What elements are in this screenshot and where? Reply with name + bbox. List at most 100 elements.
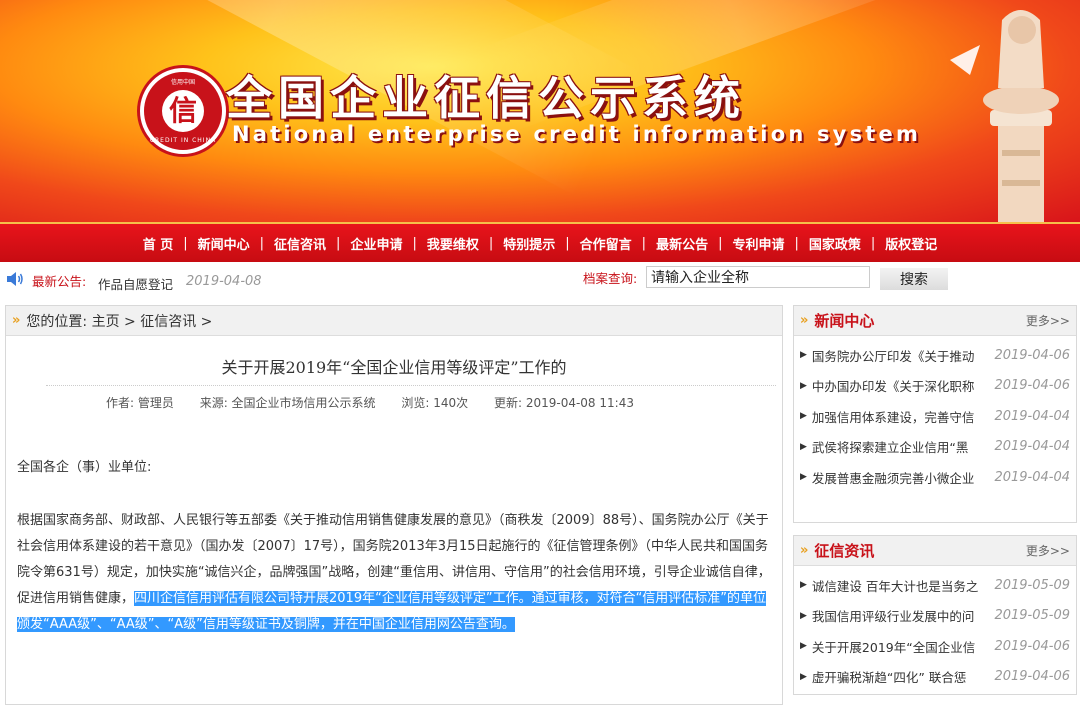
- news-center-list: ▶ 国务院办公厅印发《关于推动 2019-04-06 ▶ 中办国办印发《关于深化职称 2…: [794, 336, 1076, 493]
- credit-news-list: ▶ 诚信建设 百年大计也是当务之 2019-05-09 ▶ 我国信用评级行业发展中的问…: [794, 566, 1076, 692]
- list-item[interactable]: ▶ 中办国办印发《关于深化职称 2019-04-06: [800, 371, 1070, 402]
- arrow-right-icon: ▶: [800, 671, 807, 682]
- news-date: 2019-04-06: [994, 347, 1070, 363]
- credit-news-header: » 征信资讯 更多>>: [794, 536, 1076, 566]
- list-item[interactable]: ▶ 国务院办公厅印发《关于推动 2019-04-06: [800, 340, 1070, 371]
- nav-item-credit-news[interactable]: 征信咨讯 |: [274, 234, 350, 253]
- credit-news-more-link[interactable]: 更多>>: [1026, 542, 1070, 559]
- list-item[interactable]: ▶ 武侯将探索建立企业信用“黑 2019-04-04: [800, 432, 1070, 463]
- nav-item-news[interactable]: 新闻中心 |: [198, 234, 274, 253]
- nav-label[interactable]: 企业申请: [350, 234, 402, 253]
- bulletin-link[interactable]: 作品自愿登记: [98, 274, 173, 293]
- article-views: 浏览: 140次: [401, 396, 469, 410]
- news-date: 2019-05-09: [994, 608, 1070, 624]
- nav-label[interactable]: 征信咨讯: [274, 234, 326, 253]
- article-source: 来源: 全国企业市场信用公示系统: [199, 396, 376, 410]
- company-search-input[interactable]: [646, 266, 870, 288]
- nav-label[interactable]: 首 页: [143, 234, 174, 253]
- article-greeting: 全国各企（事）业单位:: [17, 460, 152, 475]
- news-title[interactable]: 发展普惠金融须完善小微企业: [812, 468, 992, 487]
- nav-item-patent[interactable]: 专利申请 |: [732, 234, 808, 253]
- news-center-panel: » 新闻中心 更多>> ▶ 国务院办公厅印发《关于推动 2019-04-06 ▶ 中办…: [793, 305, 1077, 523]
- list-item[interactable]: ▶ 加强信用体系建设，完善守信 2019-04-04: [800, 401, 1070, 432]
- article-panel: » 您的位置: 主页 > 征信咨讯 > 关于开展2019年“全国企业信用等级评定…: [5, 305, 783, 705]
- logo-ring-top-text: 信用中国: [170, 79, 195, 86]
- main-nav: 首 页 | 新闻中心 | 征信咨讯 | 企业申请 | 我要维权 | 特别提示 | 合作留言 |…: [0, 222, 1080, 262]
- news-title[interactable]: 关于开展2019年“全国企业信: [812, 637, 992, 656]
- nav-label[interactable]: 国家政策: [809, 234, 861, 253]
- news-date: 2019-04-06: [994, 638, 1070, 654]
- news-date: 2019-04-04: [994, 469, 1070, 485]
- site-title: 全国企业征信公示系统: [226, 71, 746, 125]
- speaker-icon: [7, 272, 23, 286]
- header-banner: 信用中国 信 CREDIT IN CHINA 全国企业征信公示系统 Nation…: [0, 0, 1080, 222]
- nav-label[interactable]: 特别提示: [503, 234, 555, 253]
- breadcrumb-text[interactable]: 您的位置: 主页 > 征信咨讯 >: [26, 311, 212, 331]
- article-body: 根据国家商务部、财政部、人民银行等五部委《关于推动信用销售健康发展的意见》（商秩…: [17, 508, 777, 638]
- bulletin-bar: 最新公告: 作品自愿登记 2019-04-08 档案查询: 搜索: [0, 262, 1080, 296]
- nav-label[interactable]: 版权登记: [885, 234, 937, 253]
- nav-label[interactable]: 新闻中心: [198, 234, 250, 253]
- huabiao-pillar-image: [950, 10, 1059, 222]
- article-author: 作者: 管理员: [106, 396, 174, 410]
- chevron-right-icon: »: [800, 313, 809, 328]
- news-date: 2019-05-09: [994, 577, 1070, 593]
- news-title[interactable]: 我国信用评级行业发展中的问: [812, 606, 992, 625]
- list-item[interactable]: ▶ 虚开骗税渐趋“四化” 联合惩 2019-04-06: [800, 662, 1070, 693]
- news-date: 2019-04-04: [994, 408, 1070, 424]
- bulletin-label: 最新公告:: [32, 274, 87, 289]
- logo-character: 信: [162, 90, 204, 132]
- nav-item-rights[interactable]: 我要维权 |: [427, 234, 503, 253]
- arrow-right-icon: ▶: [800, 641, 807, 652]
- list-item[interactable]: ▶ 诚信建设 百年大计也是当务之 2019-05-09: [800, 570, 1070, 601]
- arrow-right-icon: ▶: [800, 411, 807, 422]
- credit-news-title[interactable]: 征信资讯: [814, 540, 874, 561]
- nav-label[interactable]: 我要维权: [427, 234, 479, 253]
- news-center-header: » 新闻中心 更多>>: [794, 306, 1076, 336]
- nav-item-notice[interactable]: 特别提示 |: [503, 234, 579, 253]
- news-date: 2019-04-04: [994, 439, 1070, 455]
- arrow-right-icon: ▶: [800, 350, 807, 361]
- nav-label[interactable]: 专利申请: [732, 234, 784, 253]
- news-title[interactable]: 武侯将探索建立企业信用“黑: [812, 437, 992, 456]
- news-title[interactable]: 加强信用体系建设，完善守信: [812, 407, 992, 426]
- chevron-right-icon: »: [12, 313, 21, 328]
- news-center-title[interactable]: 新闻中心: [814, 310, 874, 331]
- nav-item-home[interactable]: 首 页 |: [143, 234, 198, 253]
- nav-label[interactable]: 最新公告: [656, 234, 708, 253]
- arrow-right-icon: ▶: [800, 610, 807, 621]
- search-button[interactable]: 搜索: [880, 268, 948, 290]
- nav-item-message[interactable]: 合作留言 |: [580, 234, 656, 253]
- news-date: 2019-04-06: [994, 378, 1070, 394]
- nav-item-apply[interactable]: 企业申请 |: [350, 234, 426, 253]
- site-logo[interactable]: 信用中国 信 CREDIT IN CHINA: [140, 68, 226, 154]
- arrow-right-icon: ▶: [800, 380, 807, 391]
- bulletin-date: 2019-04-08: [186, 274, 262, 289]
- article-title: 关于开展2019年“全国企业信用等级评定”工作的: [221, 358, 567, 377]
- site-subtitle: National enterprise credit information s…: [232, 122, 922, 146]
- credit-news-panel: » 征信资讯 更多>> ▶ 诚信建设 百年大计也是当务之 2019-05-09 ▶ 我…: [793, 535, 1077, 695]
- logo-ring-bottom-text: CREDIT IN CHINA: [149, 137, 217, 144]
- news-title[interactable]: 诚信建设 百年大计也是当务之: [812, 576, 992, 595]
- breadcrumb: » 您的位置: 主页 > 征信咨讯 >: [6, 306, 782, 336]
- arrow-right-icon: ▶: [800, 580, 807, 591]
- nav-item-copyright[interactable]: 版权登记: [885, 234, 937, 253]
- divider: [46, 385, 776, 386]
- news-title[interactable]: 国务院办公厅印发《关于推动: [812, 346, 992, 365]
- list-item[interactable]: ▶ 发展普惠金融须完善小微企业 2019-04-04: [800, 462, 1070, 493]
- article-meta: 作者: 管理员 来源: 全国企业市场信用公示系统 浏览: 140次 更新: 20…: [106, 394, 656, 411]
- arrow-right-icon: ▶: [800, 441, 807, 452]
- news-date: 2019-04-06: [994, 669, 1070, 685]
- archive-search-label: 档案查询:: [583, 271, 638, 286]
- article-updated: 更新: 2019-04-08 11:43: [493, 396, 634, 410]
- news-title[interactable]: 虚开骗税渐趋“四化” 联合惩: [812, 667, 992, 686]
- news-center-more-link[interactable]: 更多>>: [1026, 312, 1070, 329]
- nav-item-policy[interactable]: 国家政策 |: [809, 234, 885, 253]
- news-title[interactable]: 中办国办印发《关于深化职称: [812, 376, 992, 395]
- chevron-right-icon: »: [800, 543, 809, 558]
- arrow-right-icon: ▶: [800, 472, 807, 483]
- list-item[interactable]: ▶ 我国信用评级行业发展中的问 2019-05-09: [800, 601, 1070, 632]
- nav-label[interactable]: 合作留言: [580, 234, 632, 253]
- nav-item-announcements[interactable]: 最新公告 |: [656, 234, 732, 253]
- list-item[interactable]: ▶ 关于开展2019年“全国企业信 2019-04-06: [800, 631, 1070, 662]
